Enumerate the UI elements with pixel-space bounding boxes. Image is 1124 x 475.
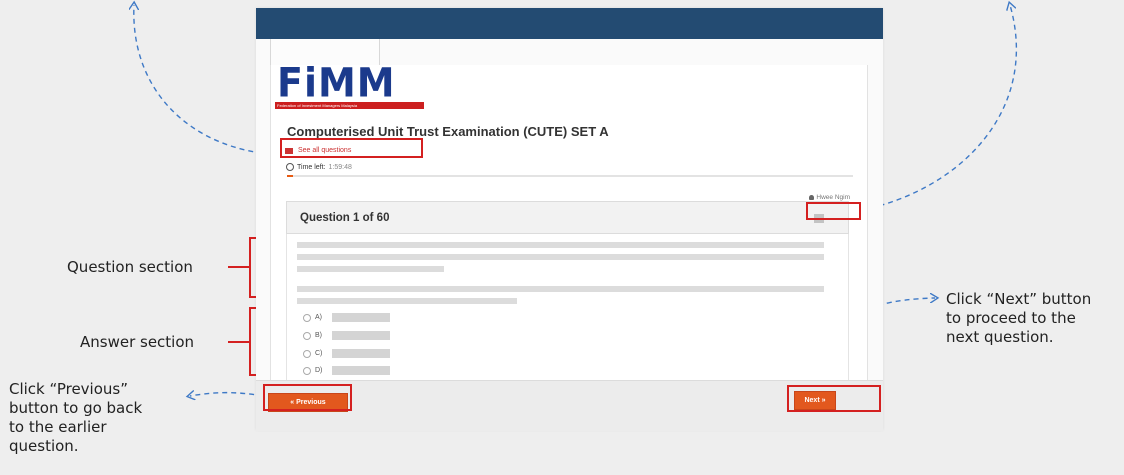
user-icon xyxy=(809,195,815,200)
option-letter: B) xyxy=(315,332,322,339)
question-text-blurred xyxy=(297,242,824,248)
previous-highlight xyxy=(263,384,352,411)
exam-screenshot: FiMM Federation of Investment Managers M… xyxy=(256,8,883,431)
question-body xyxy=(286,234,849,380)
fimm-logo-tagline: Federation of Investment Managers Malays… xyxy=(275,102,424,109)
answer-option[interactable]: D) xyxy=(303,366,390,375)
see-all-highlight xyxy=(280,138,423,158)
radio-icon[interactable] xyxy=(303,331,311,340)
user-info: Hwee Ngim xyxy=(809,194,850,201)
option-letter: C) xyxy=(315,350,323,357)
previous-instruction-line: button to go back xyxy=(9,399,143,417)
question-text-blurred xyxy=(297,298,517,304)
progress-bar xyxy=(287,175,853,177)
option-text-blurred xyxy=(332,313,390,322)
previous-instruction: Click “Previous” button to go back to th… xyxy=(9,380,181,456)
time-left-label: Time left: xyxy=(297,163,326,171)
option-text-blurred xyxy=(332,366,390,375)
exam-title: Computerised Unit Trust Examination (CUT… xyxy=(287,124,609,139)
answer-section-label: Answer section xyxy=(80,333,195,351)
question-text-blurred xyxy=(297,254,824,260)
next-instruction-line: next question. xyxy=(946,328,1054,346)
option-text-blurred xyxy=(332,349,390,358)
next-instruction-line: to proceed to the xyxy=(946,309,1076,327)
option-text-blurred xyxy=(332,331,390,340)
progress-fill xyxy=(287,175,293,177)
previous-instruction-line: Click “Previous” xyxy=(9,380,128,398)
previous-instruction-line: question. xyxy=(9,437,79,455)
previous-arrow xyxy=(190,393,264,396)
flag-arrow xyxy=(861,5,1017,211)
question-counter: Question 1 of 60 xyxy=(300,212,390,224)
time-left-value: 1:59:48 xyxy=(328,163,352,171)
next-highlight xyxy=(787,385,881,412)
next-instruction-line: Click “Next” button xyxy=(946,290,1092,308)
next-instruction: Click “Next” button to proceed to the ne… xyxy=(946,290,1116,347)
option-letter: A) xyxy=(315,314,322,321)
previous-instruction-line: to the earlier xyxy=(9,418,107,436)
radio-icon[interactable] xyxy=(303,349,311,358)
question-text-blurred xyxy=(297,286,824,292)
top-navigation-bar xyxy=(256,8,883,39)
answer-option[interactable]: C) xyxy=(303,349,390,358)
clock-icon xyxy=(286,163,294,171)
flag-highlight xyxy=(806,202,861,220)
question-text-blurred xyxy=(297,266,444,272)
radio-icon[interactable] xyxy=(303,366,311,375)
answer-option[interactable]: A) xyxy=(303,313,390,322)
user-name: Hwee Ngim xyxy=(816,194,850,201)
question-section-label: Question section xyxy=(67,258,193,276)
radio-icon[interactable] xyxy=(303,313,311,322)
answer-option[interactable]: B) xyxy=(303,331,390,340)
timer: Time left: 1:59:48 xyxy=(286,163,352,171)
fimm-logo: FiMM xyxy=(277,59,396,107)
question-header: Question 1 of 60 xyxy=(286,201,849,234)
option-letter: D) xyxy=(315,367,323,374)
